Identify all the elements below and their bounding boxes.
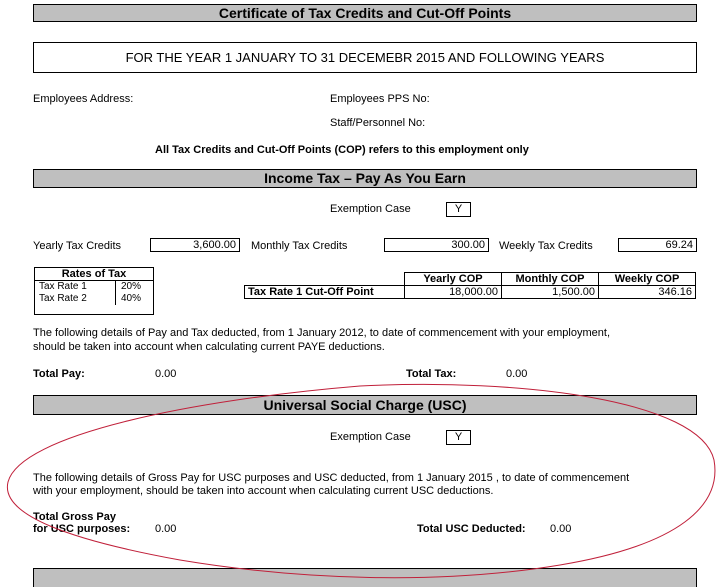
cop-data-row: Tax Rate 1 Cut-Off Point 18,000.00 1,500… <box>244 285 696 299</box>
total-pay-label: Total Pay: <box>33 368 85 380</box>
tax-rate-row: Tax Rate 1 20% <box>35 281 153 305</box>
usc-heading: Universal Social Charge (USC) <box>263 397 467 413</box>
total-tax-label: Total Tax: <box>406 368 457 380</box>
cop-value: 18,000.00 <box>404 285 502 299</box>
paye-details-line-2: should be taken into account when calcul… <box>33 341 385 353</box>
cop-value: 1,500.00 <box>501 285 599 299</box>
paye-heading: Income Tax – Pay As You Earn <box>264 170 466 186</box>
total-gross-pay-label: Total Gross Pay for USC purposes: <box>33 511 130 535</box>
paye-exemption-value: Y <box>446 202 471 217</box>
yearly-tax-credits-label: Yearly Tax Credits <box>33 240 122 252</box>
total-gross-pay-label-line-2: for USC purposes: <box>33 523 131 535</box>
cop-value: 346.16 <box>598 285 696 299</box>
year-banner: FOR THE YEAR 1 JANUARY TO 31 DECEMEBR 20… <box>33 42 697 73</box>
cop-header: Yearly COP <box>404 272 502 286</box>
total-pay-value: 0.00 <box>155 368 177 380</box>
yearly-tax-credits-value: 3,600.00 <box>150 238 240 252</box>
usc-details-line-1: The following details of Gross Pay for U… <box>33 472 630 484</box>
cop-header: Monthly COP <box>501 272 599 286</box>
tax-rate-row: Tax Rate 2 40% <box>35 293 153 305</box>
paye-details-line-1: The following details of Pay and Tax ded… <box>33 327 611 339</box>
paye-heading-bar: Income Tax – Pay As You Earn <box>33 169 697 188</box>
total-tax-value: 0.00 <box>506 368 528 380</box>
weekly-tax-credits-value: 69.24 <box>618 238 697 252</box>
total-gross-pay-label-line-1: Total Gross Pay <box>33 511 116 523</box>
cop-empty-cell <box>244 272 405 286</box>
tax-rate-label: Tax Rate 2 <box>39 293 87 304</box>
cop-header: Weekly COP <box>598 272 696 286</box>
staff-label: Staff/Personnel No: <box>330 117 426 129</box>
rates-of-tax-title: Rates of Tax <box>35 268 153 281</box>
total-gross-pay-value: 0.00 <box>155 523 177 535</box>
usc-heading-bar: Universal Social Charge (USC) <box>33 395 697 415</box>
usc-exemption-value: Y <box>446 430 471 445</box>
monthly-tax-credits-value: 300.00 <box>384 238 489 252</box>
certificate-title: Certificate of Tax Credits and Cut-Off P… <box>218 5 512 21</box>
cop-note: All Tax Credits and Cut-Off Points (COP)… <box>155 144 529 156</box>
usc-details-line-2: with your employment, should be taken in… <box>33 485 494 497</box>
weekly-tax-credits-label: Weekly Tax Credits <box>499 240 593 252</box>
tax-rate-value: 40% <box>121 293 142 304</box>
certificate-title-bar: Certificate of Tax Credits and Cut-Off P… <box>33 4 697 22</box>
usc-exemption-label: Exemption Case <box>330 431 411 443</box>
total-usc-deducted-value: 0.00 <box>550 523 572 535</box>
year-banner-text: FOR THE YEAR 1 JANUARY TO 31 DECEMEBR 20… <box>125 50 605 65</box>
total-usc-deducted-label: Total USC Deducted: <box>417 523 526 535</box>
tax-rate-value: 20% <box>121 281 142 292</box>
cop-row-label: Tax Rate 1 Cut-Off Point <box>244 285 405 299</box>
next-section-bar <box>33 568 697 587</box>
pps-label: Employees PPS No: <box>330 93 430 105</box>
rates-of-tax-box: Rates of Tax Tax Rate 1 20% Tax Rate 2 4… <box>34 267 154 315</box>
monthly-tax-credits-label: Monthly Tax Credits <box>251 240 348 252</box>
cop-header-row: Yearly COP Monthly COP Weekly COP <box>244 272 696 286</box>
paye-exemption-label: Exemption Case <box>330 203 411 215</box>
employees-address-label: Employees Address: <box>33 93 134 105</box>
cop-table: Yearly COP Monthly COP Weekly COP Tax Ra… <box>244 272 696 299</box>
tax-rate-label: Tax Rate 1 <box>39 281 87 292</box>
